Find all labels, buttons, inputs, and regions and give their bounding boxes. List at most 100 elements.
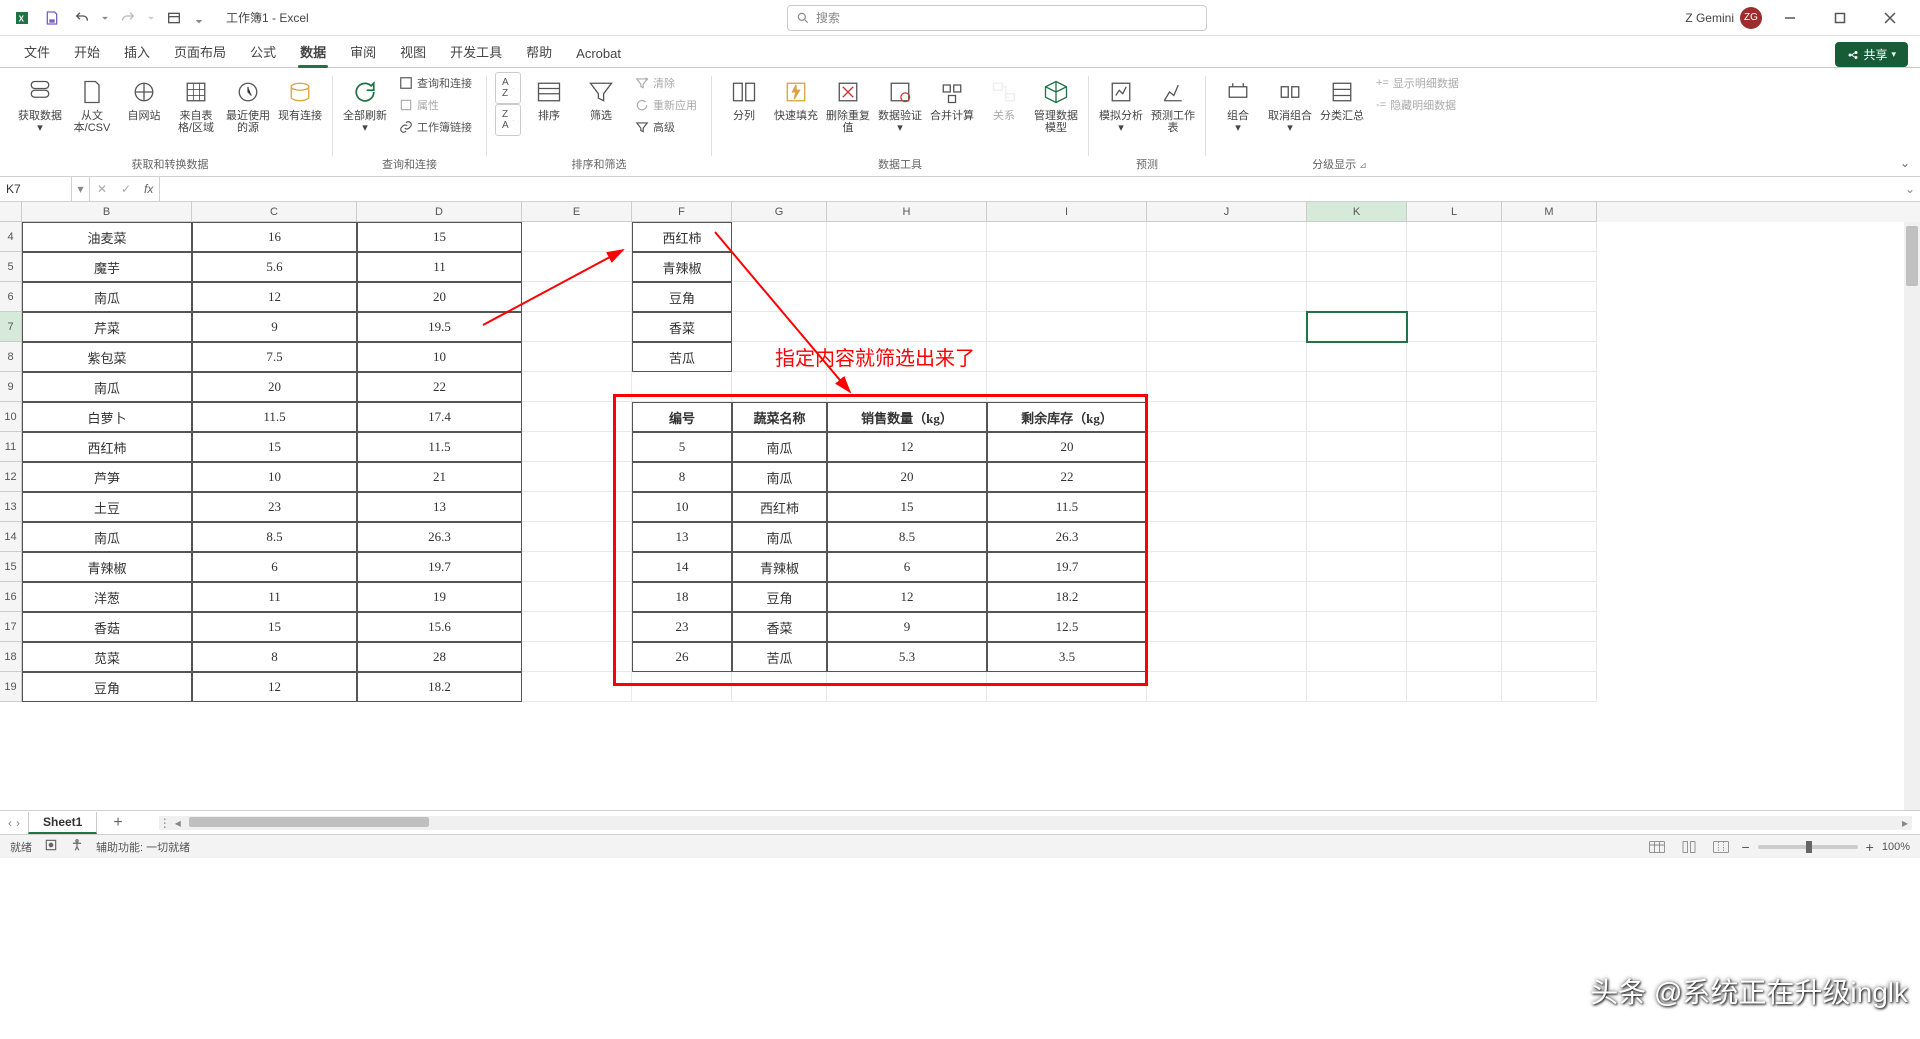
cell[interactable] xyxy=(827,342,987,372)
scroll-left-icon[interactable]: ◂ xyxy=(171,816,185,830)
cell[interactable] xyxy=(1407,582,1502,612)
scroll-split-icon[interactable]: ⋮ xyxy=(159,816,171,830)
row-header[interactable]: 12 xyxy=(0,462,22,492)
subtotal-button[interactable]: 分类汇总 xyxy=(1318,72,1366,126)
cell[interactable] xyxy=(1147,222,1307,252)
cell[interactable]: 苦瓜 xyxy=(732,642,827,672)
cell[interactable]: 青辣椒 xyxy=(22,552,192,582)
worksheet-grid[interactable]: BCDEFGHIJKLM 4油麦菜1615西红柿5魔芋5.611青辣椒6南瓜12… xyxy=(0,202,1920,810)
cell[interactable] xyxy=(827,222,987,252)
cell[interactable] xyxy=(522,282,632,312)
cell[interactable] xyxy=(1407,672,1502,702)
column-header[interactable]: J xyxy=(1147,202,1307,222)
cell[interactable]: 青辣椒 xyxy=(732,552,827,582)
cell[interactable] xyxy=(732,672,827,702)
undo-icon[interactable] xyxy=(68,4,96,32)
tab-data[interactable]: 数据 xyxy=(288,36,338,67)
column-header[interactable]: G xyxy=(732,202,827,222)
cell[interactable]: 20 xyxy=(192,372,357,402)
search-box[interactable]: 搜索 xyxy=(787,5,1207,31)
cell[interactable] xyxy=(987,312,1147,342)
close-button[interactable] xyxy=(1868,0,1912,36)
sheet-tab[interactable]: Sheet1 xyxy=(28,812,97,834)
scroll-right-icon[interactable]: ▸ xyxy=(1898,816,1912,830)
cell[interactable]: 28 xyxy=(357,642,522,672)
minimize-button[interactable] xyxy=(1768,0,1812,36)
cell[interactable]: 6 xyxy=(192,552,357,582)
cell[interactable] xyxy=(1407,342,1502,372)
cell[interactable]: 油麦菜 xyxy=(22,222,192,252)
cell[interactable] xyxy=(1307,522,1407,552)
tab-file[interactable]: 文件 xyxy=(12,36,62,67)
group-button[interactable]: 组合▾ xyxy=(1214,72,1262,138)
cell[interactable] xyxy=(522,402,632,432)
filter-button[interactable]: 筛选 xyxy=(577,72,625,126)
cell[interactable]: 23 xyxy=(632,612,732,642)
recent-sources-button[interactable]: 最近使用的源 xyxy=(224,72,272,138)
tab-acrobat[interactable]: Acrobat xyxy=(564,40,633,67)
cell[interactable]: 15 xyxy=(192,612,357,642)
column-header[interactable]: H xyxy=(827,202,987,222)
cell[interactable] xyxy=(732,282,827,312)
cell[interactable] xyxy=(1502,282,1597,312)
cell[interactable] xyxy=(1502,252,1597,282)
view-page-layout-button[interactable] xyxy=(1677,838,1701,856)
cell[interactable]: 白萝卜 xyxy=(22,402,192,432)
qat-customize-icon[interactable] xyxy=(190,4,208,32)
row-header[interactable]: 8 xyxy=(0,342,22,372)
cell[interactable] xyxy=(732,222,827,252)
cell[interactable] xyxy=(1307,672,1407,702)
cell[interactable] xyxy=(1147,342,1307,372)
show-detail-button[interactable]: +=显示明细数据 xyxy=(1370,72,1465,94)
cell[interactable]: 苋菜 xyxy=(22,642,192,672)
cell[interactable]: 14 xyxy=(632,552,732,582)
cell[interactable]: 豆角 xyxy=(632,282,732,312)
accessibility-icon[interactable] xyxy=(70,838,84,855)
cell[interactable] xyxy=(522,522,632,552)
row-header[interactable]: 4 xyxy=(0,222,22,252)
row-header[interactable]: 9 xyxy=(0,372,22,402)
cell[interactable] xyxy=(1502,432,1597,462)
tab-dev[interactable]: 开发工具 xyxy=(438,36,514,67)
from-table-button[interactable]: 来自表格/区域 xyxy=(172,72,220,138)
sort-button[interactable]: 排序 xyxy=(525,72,573,126)
cell[interactable] xyxy=(1147,582,1307,612)
vertical-scrollbar[interactable] xyxy=(1904,222,1920,810)
cell[interactable]: 苦瓜 xyxy=(632,342,732,372)
cell[interactable] xyxy=(1147,552,1307,582)
from-web-button[interactable]: 自网站 xyxy=(120,72,168,126)
cell[interactable] xyxy=(522,672,632,702)
cell[interactable]: 8.5 xyxy=(827,522,987,552)
cell[interactable]: 芦笋 xyxy=(22,462,192,492)
properties-button[interactable]: 属性 xyxy=(393,94,478,116)
cell[interactable]: 11.5 xyxy=(192,402,357,432)
cell[interactable] xyxy=(1147,282,1307,312)
cell[interactable] xyxy=(522,222,632,252)
cell[interactable]: 11 xyxy=(357,252,522,282)
cell[interactable] xyxy=(1407,372,1502,402)
cell[interactable]: 魔芋 xyxy=(22,252,192,282)
tab-insert[interactable]: 插入 xyxy=(112,36,162,67)
cell[interactable]: 9 xyxy=(827,612,987,642)
horizontal-scrollbar[interactable]: ⋮ ◂ ▸ xyxy=(159,816,1912,830)
cell[interactable]: 9 xyxy=(192,312,357,342)
cell[interactable] xyxy=(987,252,1147,282)
share-button[interactable]: 共享▾ xyxy=(1835,42,1908,67)
column-header[interactable]: C xyxy=(192,202,357,222)
cell[interactable] xyxy=(1407,222,1502,252)
cell[interactable]: 19.7 xyxy=(987,552,1147,582)
zoom-in-button[interactable]: + xyxy=(1866,839,1874,855)
cell[interactable] xyxy=(1407,282,1502,312)
clear-filter-button[interactable]: 清除 xyxy=(629,72,703,94)
cell[interactable] xyxy=(1147,642,1307,672)
queries-button[interactable]: 查询和连接 xyxy=(393,72,478,94)
cell[interactable] xyxy=(732,372,827,402)
row-header[interactable]: 18 xyxy=(0,642,22,672)
cell[interactable] xyxy=(522,312,632,342)
cell[interactable] xyxy=(987,222,1147,252)
cell[interactable] xyxy=(1502,312,1597,342)
cell[interactable]: 剩余库存（kg） xyxy=(987,402,1147,432)
cell[interactable]: 11.5 xyxy=(357,432,522,462)
cell[interactable] xyxy=(1502,372,1597,402)
maximize-button[interactable] xyxy=(1818,0,1862,36)
